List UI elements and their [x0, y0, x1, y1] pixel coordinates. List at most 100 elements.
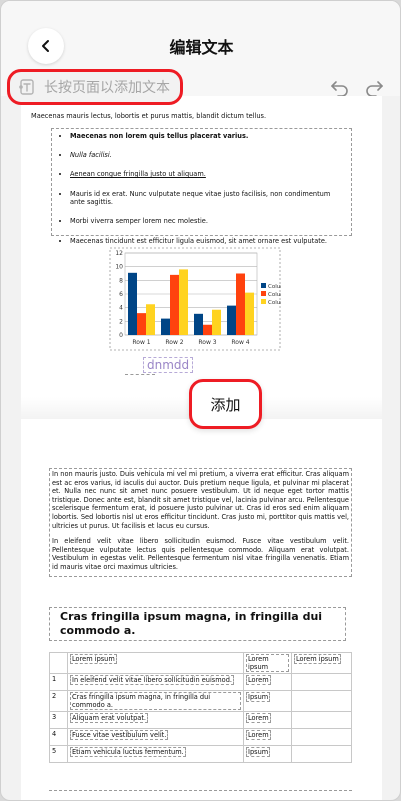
table-row: 5 Etiam vehicula luctus fermentum. Ipsum	[49, 745, 352, 763]
list-item[interactable]: Maecenas non lorem quis tellus placerat …	[70, 132, 347, 141]
table-cell[interactable]: Cras fringilla ipsum magna, in fringilla…	[67, 690, 244, 712]
table-cell[interactable]: Lorem ipsum	[243, 652, 292, 674]
paragraph-1[interactable]: In non mauris justo. Duis vehicula mi ve…	[52, 470, 349, 530]
table-cell[interactable]: Ipsum	[243, 745, 292, 763]
table-cell[interactable]: 1	[49, 673, 68, 691]
list-item[interactable]: Morbi viverra semper lorem nec molestie.	[70, 217, 347, 226]
bar	[128, 272, 137, 335]
doc-bullet-list[interactable]: Maecenas non lorem quis tellus placerat …	[51, 128, 352, 245]
table-cell[interactable]	[291, 711, 352, 729]
table-cell[interactable]: Lorem ipsum	[67, 652, 244, 674]
bar	[179, 269, 188, 335]
table-cell[interactable]	[291, 690, 352, 712]
phone-screen: 编辑文本 Maecenas mauris lectus, lobortis et…	[0, 0, 401, 801]
table-cell-text: 4	[52, 730, 57, 738]
table-cell[interactable]: 3	[49, 711, 68, 729]
legend-swatch	[261, 283, 266, 288]
doc-table[interactable]: Lorem ipsum Lorem ipsum Lorem ipsum 1 In…	[49, 652, 352, 763]
bar	[161, 318, 170, 335]
table-cell[interactable]: Lorem	[243, 728, 292, 746]
add-button[interactable]: 添加	[189, 379, 262, 429]
table-cell[interactable]: 4	[49, 728, 68, 746]
x-tick-label: Row 3	[198, 339, 216, 346]
table-cell[interactable]: 5	[49, 745, 68, 763]
bar	[170, 274, 179, 335]
bar	[146, 304, 155, 335]
table-header-row: Lorem ipsum Lorem ipsum Lorem ipsum	[49, 652, 352, 674]
table-cell-text: Lorem	[246, 730, 271, 740]
table-row: 3 Aliquam erat volutpat. Lorem	[49, 711, 352, 729]
page-title: 编辑文本	[169, 38, 234, 57]
dashed-divider	[49, 790, 352, 791]
doc-paragraph-block[interactable]: In non mauris justo. Duis vehicula mi ve…	[49, 468, 352, 577]
hint-text: 长按页面以添加文本	[44, 80, 170, 96]
list-item[interactable]: Mauris id ex erat. Nunc vulputate neque …	[70, 190, 347, 207]
table-cell[interactable]: 2	[49, 690, 68, 712]
doc-top-line[interactable]: Maecenas mauris lectus, lobortis et puru…	[31, 112, 321, 121]
list-item[interactable]: Maecenas tincidunt est efficitur ligula …	[70, 237, 347, 246]
table-cell-text: Ipsum	[246, 692, 271, 702]
list-item[interactable]: Aenean congue fringilla justo ut aliquam…	[70, 170, 347, 179]
legend-swatch	[261, 291, 266, 296]
table-cell-text: Aliquam erat volutpat.	[70, 713, 149, 723]
legend-label: Column 2	[268, 292, 281, 298]
table-cell-text: Lorem ipsum	[246, 654, 289, 672]
legend-label: Column 1	[268, 284, 281, 290]
x-tick-label: Row 1	[132, 339, 150, 346]
y-tick-label: 8	[119, 277, 123, 284]
bar	[137, 313, 146, 335]
table-cell-text: Lorem ipsum	[70, 654, 117, 664]
table-cell-text: 2	[52, 692, 57, 700]
table-cell[interactable]: Fusce vitae vestibulum velit.	[67, 728, 244, 746]
text-box-icon	[16, 76, 38, 98]
y-tick-label: 2	[119, 318, 123, 325]
table-cell-text: In eleifend velit vitae libero sollicitu…	[70, 675, 234, 685]
legend-label: Column 3	[268, 300, 281, 306]
add-text-hint-pill[interactable]: 长按页面以添加文本	[7, 69, 183, 105]
x-tick-label: Row 2	[165, 339, 183, 346]
legend-swatch	[261, 299, 266, 304]
bar	[236, 273, 245, 335]
table-cell[interactable]	[291, 673, 352, 691]
y-tick-label: 6	[119, 291, 123, 298]
y-tick-label: 12	[115, 250, 123, 257]
doc-heading[interactable]: Cras fringilla ipsum magna, in fringilla…	[49, 607, 346, 641]
paragraph-2[interactable]: In eleifend velit vitae libero sollicitu…	[52, 537, 349, 571]
dashed-divider	[125, 374, 155, 375]
bar	[212, 309, 221, 335]
table-cell-text: 5	[52, 747, 57, 755]
bar	[227, 305, 236, 335]
bar	[203, 324, 212, 335]
table-row: 4 Fusce vitae vestibulum velit. Lorem	[49, 728, 352, 746]
table-cell-text: Lorem	[246, 675, 271, 685]
table-row: 1 In eleifend velit vitae libero sollici…	[49, 673, 352, 691]
table-cell-text: Ipsum	[246, 747, 271, 757]
doc-bar-chart[interactable]: 0 2 4 6 8 10 12 Row 1 Row 2 Row 3 Row 4 Column 1 Col…	[109, 247, 295, 351]
table-cell-text: Etiam vehicula luctus fermentum.	[70, 747, 186, 757]
added-text-label[interactable]: dnmdd	[143, 357, 194, 373]
table-cell[interactable]: In eleifend velit vitae libero sollicitu…	[67, 673, 244, 691]
table-cell[interactable]	[291, 728, 352, 746]
table-cell-text: Lorem ipsum	[294, 654, 341, 664]
y-tick-label: 10	[115, 264, 123, 271]
bar-chart-svg: 0 2 4 6 8 10 12 Row 1 Row 2 Row 3 Row 4 Column 1 Col…	[109, 247, 295, 351]
bar	[194, 313, 203, 335]
table-cell[interactable]: Etiam vehicula luctus fermentum.	[67, 745, 244, 763]
table-cell[interactable]	[291, 745, 352, 763]
table-cell[interactable]: Ipsum	[243, 690, 292, 712]
table-cell-text: Fusce vitae vestibulum velit.	[70, 730, 169, 740]
bar	[245, 292, 254, 335]
table-cell[interactable]: Aliquam erat volutpat.	[67, 711, 244, 729]
table-cell[interactable]	[49, 652, 68, 674]
table-cell[interactable]: Lorem	[243, 711, 292, 729]
table-cell-text: 1	[52, 675, 57, 683]
x-tick-label: Row 4	[231, 339, 249, 346]
list-item[interactable]: Nulla facilisi.	[70, 151, 347, 160]
table-cell-text: Lorem	[246, 713, 271, 723]
y-tick-label: 4	[119, 305, 123, 312]
table-cell[interactable]: Lorem	[243, 673, 292, 691]
table-cell-text: Cras fringilla ipsum magna, in fringilla…	[70, 692, 241, 710]
table-cell-text: 3	[52, 713, 57, 721]
y-tick-label: 0	[119, 332, 123, 339]
table-cell[interactable]: Lorem ipsum	[291, 652, 352, 674]
